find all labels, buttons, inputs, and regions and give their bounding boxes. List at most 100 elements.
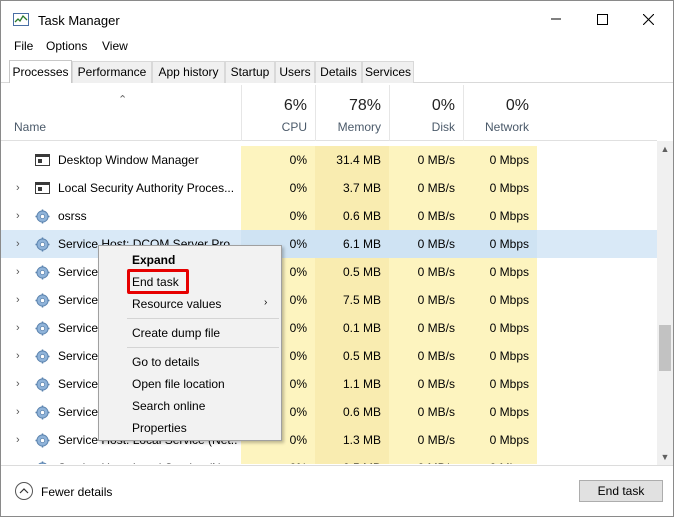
table-row[interactable]: › Local Security Authority Proces... 0% 3.7… bbox=[1, 174, 657, 202]
expand-chevron-icon[interactable]: › bbox=[16, 202, 20, 230]
network-value: 0 Mbps bbox=[463, 146, 537, 174]
memory-value: 1.1 MB bbox=[315, 370, 389, 398]
window-icon bbox=[35, 181, 50, 195]
disk-value: 0 MB/s bbox=[389, 230, 463, 258]
cpu-total: 6% bbox=[283, 97, 307, 114]
column-header-row: 6% CPU 78% Memory 0% Disk 0% Network bbox=[1, 85, 657, 141]
memory-value: 0.6 MB bbox=[315, 398, 389, 426]
cpu-value: 0% bbox=[241, 146, 315, 174]
network-value: 0 Mbps bbox=[463, 398, 537, 426]
memory-value: 0.6 MB bbox=[315, 202, 389, 230]
network-value: 0 Mbps bbox=[463, 202, 537, 230]
disk-value: 0 MB/s bbox=[389, 258, 463, 286]
network-label: Network bbox=[484, 120, 529, 134]
disk-value: 0 MB/s bbox=[389, 314, 463, 342]
process-name: Service Host: Local Service (Net... bbox=[58, 454, 238, 464]
network-total: 0% bbox=[505, 97, 529, 114]
tab-users[interactable]: Users bbox=[275, 61, 315, 83]
window-title: Task Manager bbox=[38, 13, 120, 28]
memory-value: 31.4 MB bbox=[315, 146, 389, 174]
context-menu-create-dump-file[interactable]: Create dump file bbox=[132, 326, 220, 340]
expand-chevron-icon[interactable]: › bbox=[16, 230, 20, 258]
expand-chevron-icon[interactable]: › bbox=[16, 174, 20, 202]
scroll-thumb[interactable] bbox=[659, 325, 671, 371]
footer-bar: Fewer details End task bbox=[1, 465, 673, 516]
context-menu-open-file-location[interactable]: Open file location bbox=[132, 377, 225, 391]
process-name: osrss bbox=[58, 209, 87, 223]
fewer-details-chevron-up-icon[interactable] bbox=[15, 482, 33, 500]
table-row[interactable]: › Service Host: Local Service (Net...0%0.… bbox=[1, 454, 657, 464]
expand-chevron-icon[interactable]: › bbox=[16, 342, 20, 370]
column-header-disk[interactable]: 0% Disk bbox=[389, 85, 463, 141]
menu-view[interactable]: View bbox=[102, 39, 128, 53]
context-menu: Expand End task Resource values › Create… bbox=[98, 245, 282, 441]
tab-services[interactable]: Services bbox=[362, 61, 414, 83]
context-menu-separator bbox=[127, 347, 279, 348]
gear-icon bbox=[35, 433, 50, 448]
cpu-value: 0% bbox=[241, 174, 315, 202]
minimize-button[interactable] bbox=[533, 1, 579, 37]
table-row[interactable]: › osrss 0% 0.6 MB 0 MB/s 0 Mbps bbox=[1, 202, 657, 230]
network-value: 0 Mbps bbox=[463, 314, 537, 342]
menu-options[interactable]: Options bbox=[46, 39, 87, 53]
tab-startup[interactable]: Startup bbox=[225, 61, 275, 83]
gear-icon bbox=[35, 293, 50, 308]
network-value: 0 Mbps bbox=[463, 230, 537, 258]
disk-value: 0 MB/s bbox=[389, 286, 463, 314]
memory-value: 0.1 MB bbox=[315, 314, 389, 342]
context-menu-expand[interactable]: Expand bbox=[132, 253, 175, 267]
maximize-icon bbox=[596, 13, 608, 25]
tab-processes[interactable]: Processes bbox=[9, 60, 72, 83]
process-name: Local Security Authority Proces... bbox=[58, 181, 235, 195]
vertical-scrollbar[interactable]: ▲ ▼ bbox=[657, 141, 673, 465]
expand-chevron-icon[interactable]: › bbox=[16, 426, 20, 454]
column-header-memory[interactable]: 78% Memory bbox=[315, 85, 389, 141]
expand-chevron-icon[interactable]: › bbox=[16, 454, 20, 464]
column-header-cpu[interactable]: 6% CPU bbox=[241, 85, 315, 141]
context-menu-go-to-details[interactable]: Go to details bbox=[132, 355, 199, 369]
scroll-down-arrow-icon[interactable]: ▼ bbox=[657, 449, 673, 465]
close-icon bbox=[642, 13, 654, 25]
memory-value: 7.5 MB bbox=[315, 286, 389, 314]
close-button[interactable] bbox=[625, 1, 671, 37]
network-value: 0 Mbps bbox=[463, 342, 537, 370]
tab-performance[interactable]: Performance bbox=[72, 61, 152, 83]
menu-file[interactable]: File bbox=[14, 39, 33, 53]
context-menu-search-online[interactable]: Search online bbox=[132, 399, 205, 413]
tab-app-history[interactable]: App history bbox=[152, 61, 225, 83]
expand-chevron-icon[interactable]: › bbox=[16, 258, 20, 286]
maximize-button[interactable] bbox=[579, 1, 625, 37]
context-menu-properties[interactable]: Properties bbox=[132, 421, 187, 435]
tab-bar: Processes Performance App history Startu… bbox=[1, 60, 673, 83]
column-header-name[interactable]: Name bbox=[14, 120, 46, 134]
memory-value: 6.1 MB bbox=[315, 230, 389, 258]
context-menu-resource-values[interactable]: Resource values bbox=[132, 297, 221, 311]
cpu-label: CPU bbox=[281, 120, 307, 134]
memory-value: 0.5 MB bbox=[315, 342, 389, 370]
scroll-up-arrow-icon[interactable]: ▲ bbox=[657, 141, 673, 157]
process-name: Desktop Window Manager bbox=[58, 153, 199, 167]
gear-icon bbox=[35, 377, 50, 392]
expand-chevron-icon[interactable]: › bbox=[16, 370, 20, 398]
network-value: 0 Mbps bbox=[463, 454, 537, 464]
gear-icon bbox=[35, 209, 50, 224]
column-header-network[interactable]: 0% Network bbox=[463, 85, 537, 141]
gear-icon bbox=[35, 405, 50, 420]
disk-value: 0 MB/s bbox=[389, 454, 463, 464]
tab-details[interactable]: Details bbox=[315, 61, 362, 83]
task-manager-window: Task Manager File Options View Processes… bbox=[0, 0, 674, 517]
network-value: 0 Mbps bbox=[463, 286, 537, 314]
expand-chevron-icon[interactable]: › bbox=[16, 286, 20, 314]
title-bar[interactable]: Task Manager bbox=[1, 1, 673, 37]
table-row[interactable]: Desktop Window Manager 0% 31.4 MB 0 MB/s 0 M… bbox=[1, 146, 657, 174]
memory-value: 3.7 MB bbox=[315, 174, 389, 202]
fewer-details-link[interactable]: Fewer details bbox=[41, 485, 112, 499]
disk-value: 0 MB/s bbox=[389, 370, 463, 398]
expand-chevron-icon[interactable]: › bbox=[16, 314, 20, 342]
network-value: 0 Mbps bbox=[463, 258, 537, 286]
end-task-button[interactable]: End task bbox=[579, 480, 663, 502]
memory-value: 0.5 MB bbox=[315, 258, 389, 286]
network-value: 0 Mbps bbox=[463, 370, 537, 398]
expand-chevron-icon[interactable]: › bbox=[16, 398, 20, 426]
task-manager-app-icon bbox=[13, 13, 29, 26]
